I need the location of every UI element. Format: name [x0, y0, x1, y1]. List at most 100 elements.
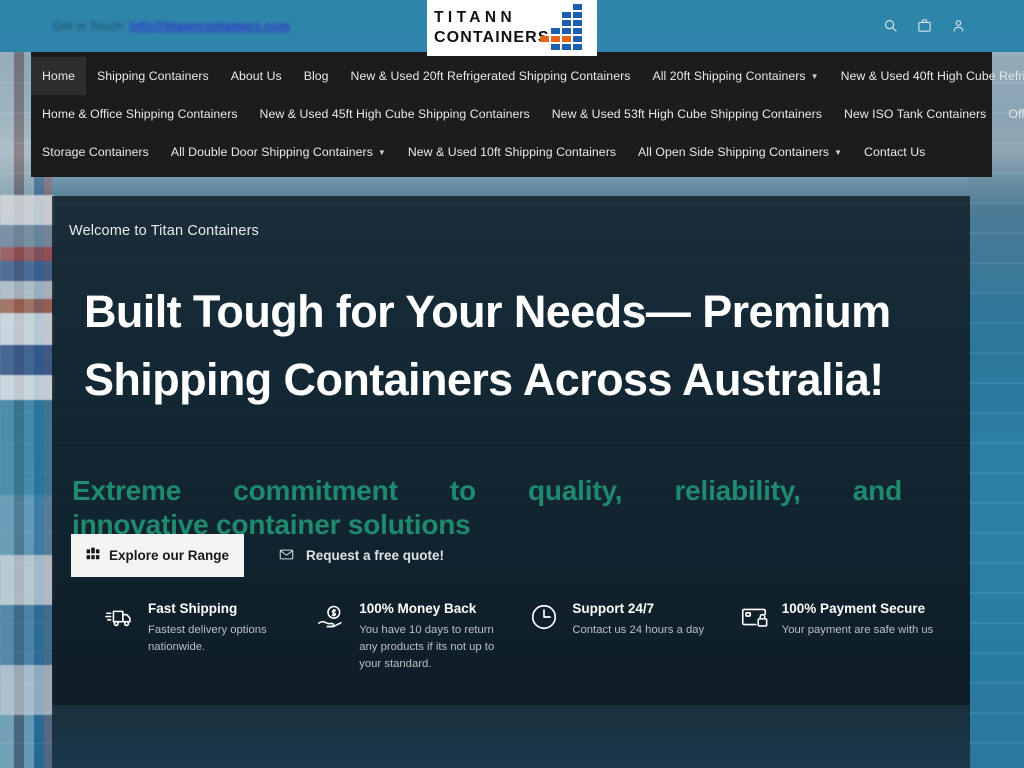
page-root: Get in Touch: info@titanncontainers.com	[0, 0, 1024, 768]
logo-block	[573, 12, 582, 18]
secure-payment-icon	[739, 602, 769, 637]
explore-our-range-label: Explore our Range	[108, 548, 230, 563]
nav-item-label: All Double Door Shipping Containers	[170, 145, 373, 159]
nav-item-about-us[interactable]: About Us	[220, 57, 293, 95]
containers-grid-icon	[86, 547, 100, 564]
nav-item-blog[interactable]: Blog	[293, 57, 340, 95]
clock-icon	[529, 602, 559, 637]
nav-item-storage-containers[interactable]: Storage Containers	[31, 133, 160, 171]
logo-block	[573, 44, 582, 50]
nav-item-label: New & Used 40ft High Cube Refrigerated C…	[840, 69, 1024, 83]
nav-item-label: New & Used 20ft Refrigerated Shipping Co…	[350, 69, 631, 83]
nav-row-2: Home & Office Shipping Containers New & U…	[31, 95, 1024, 133]
logo-block	[562, 28, 571, 34]
nav-item-label: Contact Us	[864, 145, 926, 159]
logo-block	[562, 44, 571, 50]
user-icon[interactable]	[951, 18, 966, 33]
logo-line-2: CONTAINERS	[434, 29, 550, 47]
background-container-yard-left	[0, 195, 54, 715]
hand-coin-icon	[316, 602, 346, 637]
nav-item-new-used-20ft-refrigerated-shipping-containers[interactable]: New & Used 20ft Refrigerated Shipping Co…	[340, 57, 642, 95]
logo-block	[551, 44, 560, 50]
contact-prefix: Get in Touch:	[53, 19, 127, 33]
nav-row-3: Storage Containers All Double Door Shippi…	[31, 133, 992, 171]
hero-subheadline-line-1: Extreme commitment to quality, reliabili…	[72, 475, 902, 506]
delivery-truck-icon	[105, 602, 135, 637]
nav-item-home[interactable]: Home	[31, 57, 87, 95]
logo-block	[573, 36, 582, 42]
nav-item-label: Office Containers	[1008, 107, 1024, 121]
nav-item-label: New & Used 53ft High Cube Shipping Conta…	[551, 107, 822, 121]
nav-item-office-containers[interactable]: Office Containers	[997, 95, 1024, 133]
logo-block	[573, 20, 582, 26]
chevron-down-icon: ▼	[834, 148, 843, 157]
nav-item-label: Home	[42, 69, 76, 83]
contact-info: Get in Touch: info@titanncontainers.com	[53, 19, 290, 33]
nav-item-label: Storage Containers	[42, 145, 149, 159]
main-navigation: Home Shipping Containers About Us Blog New &…	[31, 52, 1024, 177]
logo-blocks-graphic	[540, 4, 592, 52]
request-quote-label: Request a free quote!	[306, 548, 445, 563]
logo-block	[551, 28, 560, 34]
feature-text: Support 24/7 Contact us 24 hours a day	[572, 600, 704, 639]
hero-headline: Built Tough for Your Needs— Premium Ship…	[84, 286, 891, 406]
hero-button-row: Explore our Range Request a free quote!	[71, 534, 444, 577]
logo-line-1: TITANN	[434, 8, 517, 26]
hero-eyebrow: Welcome to Titan Containers	[69, 223, 259, 239]
nav-item-label: New & Used 10ft Shipping Containers	[407, 145, 617, 159]
nav-item-new-used-53ft-high-cube-shipping-containers[interactable]: New & Used 53ft High Cube Shipping Conta…	[541, 95, 833, 133]
feature-item: Support 24/7 Contact us 24 hours a day	[529, 600, 736, 673]
explore-our-range-button[interactable]: Explore our Range	[71, 534, 244, 577]
nav-item-label: All 20ft Shipping Containers	[652, 69, 806, 83]
nav-item-home-office-shipping-containers[interactable]: Home & Office Shipping Containers	[31, 95, 249, 133]
nav-item-all-20ft-shipping-containers[interactable]: All 20ft Shipping Containers ▼	[641, 57, 829, 95]
search-icon[interactable]	[883, 18, 898, 33]
nav-item-new-used-40ft-high-cube-refrigerated-containers[interactable]: New & Used 40ft High Cube Refrigerated C…	[830, 57, 1024, 95]
nav-item-all-double-door-shipping-containers[interactable]: All Double Door Shipping Containers ▼	[160, 133, 397, 171]
chevron-down-icon: ▼	[810, 72, 819, 81]
feature-text: 100% Money Back You have 10 days to retur…	[359, 600, 509, 673]
feature-description: Your payment are safe with us	[781, 624, 934, 636]
feature-description: Contact us 24 hours a day	[572, 624, 705, 636]
logo-block	[540, 36, 549, 42]
nav-item-label: New ISO Tank Containers	[843, 107, 987, 121]
feature-text: Fast Shipping Fastest delivery options na…	[148, 600, 298, 656]
request-quote-button[interactable]: Request a free quote!	[279, 547, 444, 565]
feature-list: Fast Shipping Fastest delivery options na…	[105, 600, 950, 673]
feature-title: 100% Money Back	[359, 601, 477, 616]
nav-item-contact-us[interactable]: Contact Us	[853, 133, 936, 171]
bag-icon[interactable]	[917, 18, 932, 33]
feature-item: Fast Shipping Fastest delivery options na…	[105, 600, 316, 673]
feature-title: 100% Payment Secure	[781, 601, 926, 616]
feature-description: You have 10 days to return any products …	[359, 624, 495, 670]
logo-block	[562, 20, 571, 26]
nav-item-label: Home & Office Shipping Containers	[42, 107, 238, 121]
nav-row-1: Home Shipping Containers About Us Blog New &…	[31, 57, 1024, 95]
feature-title: Fast Shipping	[148, 601, 238, 616]
logo-block	[573, 4, 582, 10]
hero-subheadline: Extreme commitment to quality, reliabili…	[72, 474, 902, 542]
chevron-down-icon: ▼	[377, 148, 386, 157]
logo-block	[562, 36, 571, 42]
nav-item-label: About Us	[230, 69, 282, 83]
nav-item-all-open-side-shipping-containers[interactable]: All Open Side Shipping Containers ▼	[627, 133, 853, 171]
site-logo[interactable]: TITANN CONTAINERS	[427, 0, 597, 56]
top-bar-icons	[883, 18, 966, 33]
nav-item-label: New & Used 45ft High Cube Shipping Conta…	[259, 107, 530, 121]
nav-item-new-used-10ft-shipping-containers[interactable]: New & Used 10ft Shipping Containers	[397, 133, 627, 171]
nav-item-new-iso-tank-containers[interactable]: New ISO Tank Containers	[833, 95, 997, 133]
feature-item: 100% Money Back You have 10 days to retur…	[316, 600, 529, 673]
feature-item: 100% Payment Secure Your payment are safe…	[739, 600, 950, 673]
logo-block	[551, 36, 560, 42]
hero-section: Welcome to Titan Containers Built Tough …	[52, 196, 970, 705]
nav-item-new-used-45ft-high-cube-shipping-containers[interactable]: New & Used 45ft High Cube Shipping Conta…	[249, 95, 541, 133]
feature-text: 100% Payment Secure Your payment are safe…	[782, 600, 934, 639]
nav-item-label: Shipping Containers	[97, 69, 209, 83]
logo-block	[562, 12, 571, 18]
below-hero-strip	[52, 705, 970, 768]
nav-item-shipping-containers[interactable]: Shipping Containers	[86, 57, 220, 95]
envelope-icon	[279, 547, 294, 565]
nav-item-label: Blog	[303, 69, 329, 83]
feature-description: Fastest delivery options nationwide.	[148, 624, 267, 653]
contact-email-link[interactable]: info@titanncontainers.com	[130, 19, 290, 33]
